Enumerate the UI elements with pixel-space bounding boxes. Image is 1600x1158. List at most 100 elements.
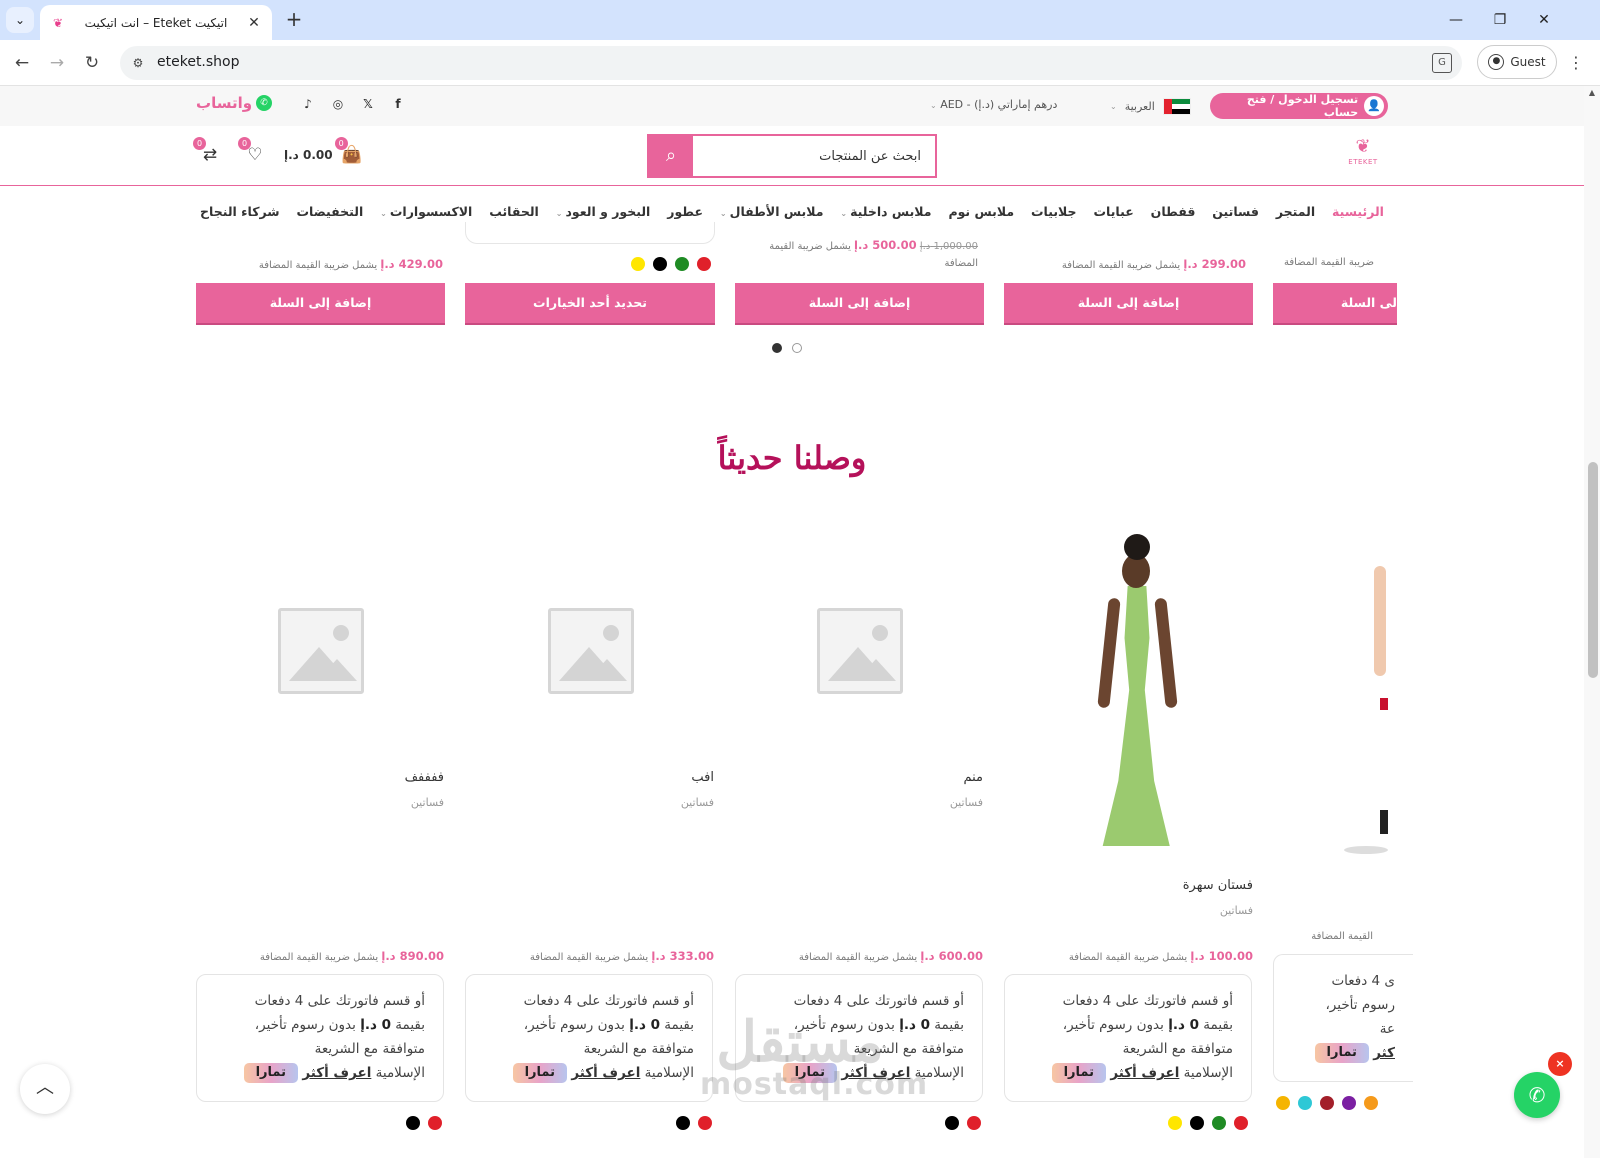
- add-to-cart-button[interactable]: إضافة إلى السلة: [735, 283, 984, 325]
- back-icon[interactable]: ←: [10, 51, 34, 75]
- swatch-green[interactable]: [1212, 1116, 1226, 1130]
- swatch-cyan[interactable]: [1298, 1096, 1312, 1110]
- nav-item[interactable]: شركاء النجاح: [200, 204, 280, 219]
- product-name[interactable]: منم: [963, 770, 983, 785]
- swatch-purple[interactable]: [1342, 1096, 1356, 1110]
- scrollbar-thumb[interactable]: [1588, 462, 1598, 678]
- search-icon[interactable]: ⌕: [649, 136, 693, 176]
- nav-item[interactable]: البخور و العود⌄: [556, 204, 651, 219]
- product-image-placeholder[interactable]: [278, 608, 364, 694]
- login-register-button[interactable]: 👤 تسجيل الدخول / فتح حساب: [1210, 93, 1388, 119]
- new-tab-icon[interactable]: +: [282, 8, 306, 32]
- search-input[interactable]: [695, 136, 935, 176]
- scroll-up-arrow-icon[interactable]: ▲: [1584, 88, 1600, 97]
- nav-item[interactable]: الحقائب: [489, 204, 539, 219]
- vat-note: يشمل ضريبة القيمة: [769, 241, 851, 252]
- x-icon[interactable]: 𝕏: [360, 96, 376, 112]
- swatch-green[interactable]: [675, 257, 689, 271]
- cart-button[interactable]: 0.00 د.إ 👜 0: [284, 137, 363, 166]
- back-to-top-chevron-icon[interactable]: ︿: [20, 1064, 70, 1114]
- nav-item[interactable]: ملابس داخلية⌄: [840, 204, 931, 219]
- product-image-partial[interactable]: [1344, 566, 1388, 866]
- facebook-icon[interactable]: f: [390, 96, 406, 112]
- translate-icon[interactable]: G: [1432, 53, 1452, 73]
- profile-button[interactable]: ● Guest: [1477, 45, 1557, 79]
- compare-shuffle-icon[interactable]: ⇄ 0: [193, 137, 221, 166]
- add-to-cart-button[interactable]: إضافة إلى السلة: [196, 283, 445, 325]
- learn-more-link[interactable]: اعرف أكثر: [571, 1065, 640, 1081]
- nav-item[interactable]: ملابس الأطفال⌄: [720, 204, 824, 219]
- tiktok-icon[interactable]: ♪: [300, 96, 316, 112]
- learn-more-link[interactable]: اعرف أكثر: [302, 1065, 371, 1081]
- learn-more-link[interactable]: كثر: [1373, 1045, 1395, 1061]
- swatch-red[interactable]: [698, 1116, 712, 1130]
- swatch-black[interactable]: [406, 1116, 420, 1130]
- carousel-dot-1[interactable]: [772, 343, 782, 353]
- site-info-icon[interactable]: ⚙: [128, 53, 148, 73]
- nav-item[interactable]: قفطان: [1151, 204, 1196, 219]
- product-category[interactable]: فساتين: [681, 796, 714, 809]
- url-text[interactable]: eteket.shop: [157, 54, 240, 70]
- minimize-icon[interactable]: —: [1436, 8, 1476, 32]
- swatch-maroon[interactable]: [1320, 1096, 1334, 1110]
- product-card-edge: [465, 222, 715, 244]
- price-line: 100.00 د.إ يشمل ضريبة القيمة المضافة: [1069, 949, 1253, 963]
- address-bar[interactable]: ⚙ eteket.shop G: [120, 46, 1462, 80]
- language-switcher[interactable]: العربية ⌄: [1110, 98, 1191, 115]
- tamara-installments-box-partial: ى 4 دفعات رسوم تأخير، عة كثر تمارا: [1273, 954, 1413, 1082]
- swatch-black[interactable]: [676, 1116, 690, 1130]
- learn-more-link[interactable]: اعرف أكثر: [1110, 1065, 1179, 1081]
- instagram-icon[interactable]: ◎: [330, 96, 346, 112]
- price-line-sale: 1,000.00 د.إ 500.00 د.إ يشمل ضريبة القيم…: [769, 238, 978, 252]
- add-to-cart-button[interactable]: إضافة إلى السلة: [1004, 283, 1253, 325]
- nav-item[interactable]: الاكسسوارات⌄: [380, 204, 472, 219]
- nav-item[interactable]: المتجر: [1276, 204, 1315, 219]
- browser-menu-icon[interactable]: ⋮: [1568, 51, 1584, 75]
- whatsapp-link[interactable]: ✆ واتساب: [196, 94, 273, 112]
- site-logo[interactable]: ❦ ETEKET: [1346, 136, 1380, 174]
- product-image-placeholder[interactable]: [548, 608, 634, 694]
- swatch-red[interactable]: [967, 1116, 981, 1130]
- choose-options-button[interactable]: تحديد أحد الخيارات: [465, 283, 715, 325]
- swatch-black[interactable]: [1190, 1116, 1204, 1130]
- nav-item[interactable]: التخفيضات: [296, 204, 363, 219]
- swatch-black[interactable]: [653, 257, 667, 271]
- wishlist-heart-icon[interactable]: ♡ 0: [238, 137, 266, 166]
- product-name[interactable]: فستان سهرة: [1183, 878, 1253, 893]
- whatsapp-chat-icon[interactable]: ✆: [1514, 1072, 1560, 1118]
- product-category[interactable]: فساتين: [1220, 904, 1253, 917]
- close-icon[interactable]: ×: [1548, 1052, 1572, 1076]
- swatch-orange[interactable]: [1364, 1096, 1378, 1110]
- product-category[interactable]: فساتين: [950, 796, 983, 809]
- product-name[interactable]: ففففف: [405, 770, 444, 785]
- close-tab-icon[interactable]: ✕: [246, 15, 262, 31]
- nav-item[interactable]: فساتين: [1212, 204, 1259, 219]
- page-scrollbar[interactable]: ▲: [1584, 86, 1600, 1158]
- reload-icon[interactable]: ↻: [80, 51, 104, 75]
- swatch-red[interactable]: [1234, 1116, 1248, 1130]
- uae-flag-icon: [1162, 98, 1191, 115]
- product-category[interactable]: فساتين: [411, 796, 444, 809]
- restore-icon[interactable]: ❐: [1480, 8, 1520, 32]
- swatch-yellow[interactable]: [1168, 1116, 1182, 1130]
- nav-item[interactable]: عبايات: [1093, 204, 1133, 219]
- add-to-cart-button-partial[interactable]: لى السلة: [1273, 283, 1397, 325]
- tamara-logo: تمارا: [1314, 1043, 1369, 1063]
- tab-search-button[interactable]: ⌄: [6, 7, 34, 33]
- nav-item[interactable]: جلابيات: [1031, 204, 1077, 219]
- swatch-black[interactable]: [945, 1116, 959, 1130]
- product-image-placeholder[interactable]: [817, 608, 903, 694]
- swatch-red[interactable]: [428, 1116, 442, 1130]
- nav-item[interactable]: ملابس نوم: [948, 204, 1014, 219]
- swatch-amber[interactable]: [1276, 1096, 1290, 1110]
- currency-switcher[interactable]: درهم إماراتي (د.إ) - AED ⌄: [930, 98, 1057, 111]
- carousel-dot-2[interactable]: [792, 343, 802, 353]
- product-name[interactable]: افب: [691, 770, 714, 785]
- forward-icon[interactable]: →: [45, 51, 69, 75]
- close-window-icon[interactable]: ✕: [1524, 8, 1564, 32]
- swatch-yellow[interactable]: [631, 257, 645, 271]
- nav-item[interactable]: عطور: [667, 204, 703, 219]
- nav-item[interactable]: الرئيسية: [1332, 204, 1384, 219]
- browser-tab[interactable]: ❦ اتيكيت Eteket – انت اتيكيت ✕: [40, 5, 272, 40]
- swatch-red[interactable]: [697, 257, 711, 271]
